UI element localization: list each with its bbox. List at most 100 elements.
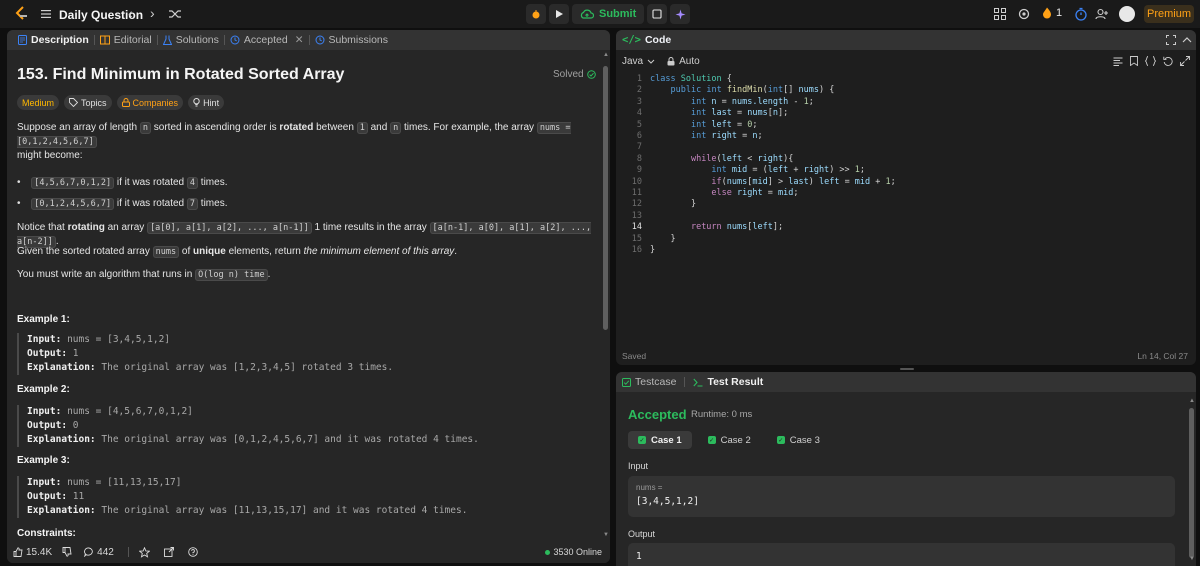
auto-mode[interactable]: Auto: [667, 56, 700, 67]
add-friend-icon[interactable]: [1095, 7, 1109, 21]
note-icon: [652, 9, 662, 19]
topics-label: Topics: [81, 97, 107, 108]
leetcode-logo-icon[interactable]: [12, 5, 30, 23]
user-avatar[interactable]: [1119, 6, 1135, 22]
description-panel: Description Editorial Solutions Accepted…: [7, 30, 610, 563]
bookmark-icon[interactable]: [1130, 56, 1138, 66]
streak-counter[interactable]: 1: [1042, 7, 1062, 19]
case-3-tab[interactable]: ✓ Case 3: [767, 431, 830, 449]
tab-description[interactable]: Description: [13, 30, 94, 50]
problem-paragraph-3: Given the sorted rotated array nums of u…: [17, 246, 458, 258]
braces-icon[interactable]: [1145, 56, 1156, 66]
panel-resize-handle[interactable]: [900, 368, 914, 370]
chevron-down-icon: [647, 59, 655, 64]
premium-button[interactable]: Premium: [1144, 5, 1194, 23]
code-icon: </>: [622, 34, 641, 46]
thumbs-down-icon[interactable]: [62, 547, 72, 557]
ai-assistant-button[interactable]: [670, 4, 691, 24]
collapse-icon[interactable]: [1182, 35, 1192, 45]
submit-button[interactable]: Submit: [572, 4, 645, 24]
format-icon[interactable]: [1113, 57, 1123, 66]
prev-problem-button[interactable]: ‹: [128, 6, 133, 20]
layout-grid-icon[interactable]: [993, 7, 1007, 21]
scroll-down-icon[interactable]: ▼: [603, 532, 609, 538]
description-scrollbar[interactable]: [603, 66, 608, 330]
play-icon: [556, 10, 563, 18]
star-icon[interactable]: [138, 546, 150, 558]
submit-label: Submit: [599, 8, 637, 20]
expand-icon[interactable]: [1180, 56, 1190, 66]
tab-description-label: Description: [31, 34, 89, 46]
difficulty-badge[interactable]: Medium: [17, 95, 60, 110]
thumbs-up-icon: [13, 547, 23, 557]
scroll-up-icon[interactable]: ▲: [603, 52, 609, 58]
run-button[interactable]: [549, 4, 569, 24]
tab-testcase[interactable]: Testcase: [622, 376, 676, 388]
book-icon: [99, 35, 110, 45]
test-tabs: Testcase Test Result: [616, 372, 1196, 392]
case-1-tab[interactable]: ✓ Case 1: [628, 431, 692, 449]
gear-icon[interactable]: [1017, 7, 1031, 21]
flask-icon: [162, 35, 172, 45]
input-value-box: nums = [3,4,5,1,2]: [628, 476, 1175, 517]
timer-icon[interactable]: [1074, 7, 1088, 21]
case-2-label: Case 2: [720, 434, 751, 446]
like-button[interactable]: 15.4K: [13, 547, 52, 558]
save-status: Saved: [622, 351, 647, 361]
comment-icon: [84, 547, 93, 557]
fullscreen-icon[interactable]: [1166, 35, 1176, 45]
example-3-heading: Example 3:: [17, 455, 70, 466]
comments-button[interactable]: 442: [84, 547, 114, 558]
companies-tag[interactable]: Companies: [116, 95, 184, 110]
terminal-icon: [693, 378, 703, 387]
result-scroll-up-icon[interactable]: ▲: [1189, 398, 1195, 404]
code-text-area[interactable]: class Solution { public int findMin(int[…: [650, 74, 896, 257]
lightbulb-icon: [193, 98, 200, 107]
output-value: 1: [636, 551, 642, 562]
cursor-position: Ln 14, Col 27: [1137, 351, 1188, 361]
solved-badge: Solved: [553, 69, 596, 80]
tab-submissions[interactable]: Submissions: [310, 30, 394, 50]
close-tab-icon[interactable]: ✕: [295, 34, 304, 46]
tab-test-result[interactable]: Test Result: [693, 376, 763, 388]
input-heading: Input: [628, 461, 649, 471]
language-label: Java: [622, 55, 644, 67]
example-2-heading: Example 2:: [17, 384, 70, 395]
checkbox-icon: [622, 377, 631, 387]
tab-editorial-label: Editorial: [113, 34, 152, 46]
description-tabs: Description Editorial Solutions Accepted…: [7, 30, 610, 50]
description-footer: 15.4K 442 3530 Online: [7, 541, 610, 563]
case-2-tab[interactable]: ✓ Case 2: [698, 431, 761, 449]
debug-button[interactable]: [526, 4, 546, 24]
notes-button[interactable]: [647, 4, 668, 24]
solved-label: Solved: [553, 69, 584, 80]
example-1-heading: Example 1:: [17, 314, 70, 325]
topics-tag[interactable]: Topics: [64, 95, 112, 110]
lock-icon: [667, 56, 675, 65]
tab-divider: [684, 377, 686, 387]
output-value-box: 1: [628, 543, 1175, 566]
language-select[interactable]: Java: [622, 56, 655, 67]
bug-icon: [532, 10, 540, 19]
result-scrollbar[interactable]: [1189, 408, 1194, 558]
tab-solutions[interactable]: Solutions: [158, 30, 224, 50]
tab-editorial[interactable]: Editorial: [95, 30, 157, 50]
reset-icon[interactable]: [1163, 56, 1173, 66]
problem-list-icon[interactable]: [40, 8, 52, 20]
share-icon[interactable]: [163, 547, 174, 557]
next-problem-button[interactable]: ›: [150, 6, 155, 20]
footer-divider: [127, 547, 129, 557]
hint-tag[interactable]: Hint: [188, 95, 225, 110]
top-bar: Daily Question ‹ › Submit 1 Premium: [0, 0, 1200, 28]
help-icon[interactable]: [188, 547, 198, 557]
editor-toolbar: Java Auto: [616, 50, 1196, 72]
history-icon: [315, 35, 324, 45]
result-status: Accepted: [628, 407, 687, 422]
result-scroll-down-icon[interactable]: ▼: [1189, 556, 1195, 562]
like-count: 15.4K: [26, 546, 53, 558]
tab-accepted[interactable]: Accepted ✕: [225, 30, 309, 50]
tab-test-result-label: Test Result: [707, 376, 764, 388]
shuffle-icon[interactable]: [168, 7, 182, 21]
lock-icon: [121, 98, 130, 107]
rotation-example-2: [0,1,2,4,5,6,7] if it was rotated 7 time…: [17, 198, 227, 210]
